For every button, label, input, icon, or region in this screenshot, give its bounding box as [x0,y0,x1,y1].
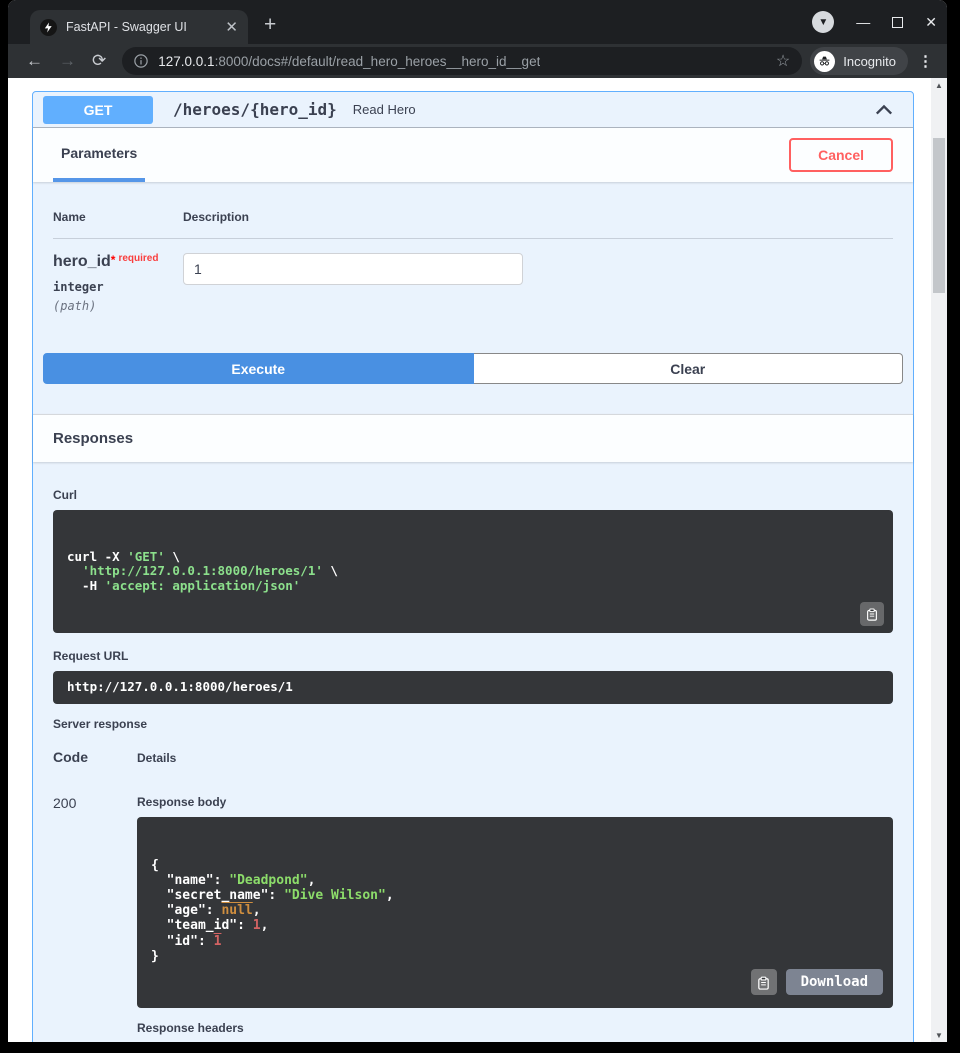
opblock-get-read-hero: GET /heroes/{hero_id} Read Hero Paramete… [32,91,914,1042]
scroll-down-icon[interactable]: ▼ [931,1028,947,1042]
copy-response-button[interactable] [751,969,777,995]
collapse-chevron-icon[interactable] [875,103,893,117]
opblock-header[interactable]: GET /heroes/{hero_id} Read Hero [33,92,913,128]
execute-button-group: Execute Clear [43,353,903,384]
minimize-button[interactable]: — [856,14,870,30]
incognito-icon [814,51,835,72]
maximize-button[interactable] [892,17,903,28]
request-url-label: Request URL [53,649,893,663]
required-label: required [118,253,158,264]
browser-menu-icon[interactable]: ⋮ [918,52,933,70]
back-icon[interactable]: ← [26,51,43,71]
response-body: { "name": "Deadpond", "secret_name": "Di… [137,817,893,1008]
cancel-button[interactable]: Cancel [789,138,893,172]
parameter-name: hero_id*required [53,253,183,271]
tab-strip: FastAPI - Swagger UI ✕ + ▼ — ✕ [8,0,947,44]
parameters-table: Name Description hero_id*required intege… [33,182,913,313]
column-header-description: Description [183,210,249,224]
live-column-code: Code [53,749,137,765]
bookmark-star-icon[interactable]: ☆ [776,51,790,71]
hero-id-input[interactable] [183,253,523,285]
scrollbar-thumb[interactable] [933,138,945,293]
parameter-location: (path) [53,299,183,313]
clear-button[interactable]: Clear [474,353,904,384]
endpoint-path: /heroes/{hero_id} [173,100,337,119]
tab-search-icon[interactable]: ▼ [812,11,834,33]
tab-title: FastAPI - Swagger UI [66,20,217,34]
site-info-icon[interactable] [134,54,148,68]
browser-toolbar: ← → ⟳ 127.0.0.1:8000/docs#/default/read_… [8,44,947,78]
swagger-page: GET /heroes/{hero_id} Read Hero Paramete… [8,78,947,1042]
live-response-row: 200 Response body { "name": "Deadpond", … [53,795,893,1042]
close-window-button[interactable]: ✕ [925,14,937,31]
curl-label: Curl [53,488,893,502]
tab-close-icon[interactable]: ✕ [225,18,238,36]
browser-window: FastAPI - Swagger UI ✕ + ▼ — ✕ ← → ⟳ 127… [8,0,947,1042]
scroll-up-icon[interactable]: ▲ [931,78,947,92]
server-response-label: Server response [53,717,893,731]
status-code: 200 [53,795,137,1042]
responses-area: Curl curl -X 'GET' \ 'http://127.0.0.1:8… [33,462,913,1042]
responses-section-header: Responses [33,414,913,462]
incognito-label: Incognito [843,54,896,69]
parameter-type: integer [53,280,183,294]
download-button[interactable]: Download [786,969,883,995]
forward-icon: → [59,51,76,71]
request-url-value: http://127.0.0.1:8000/heroes/1 [53,671,893,704]
browser-tab[interactable]: FastAPI - Swagger UI ✕ [30,10,248,44]
response-body-label: Response body [137,795,893,809]
address-bar[interactable]: 127.0.0.1:8000/docs#/default/read_hero_h… [122,47,802,75]
method-badge: GET [43,96,153,124]
endpoint-summary: Read Hero [353,102,416,117]
reload-icon[interactable]: ⟳ [92,51,106,71]
url-text: 127.0.0.1:8000/docs#/default/read_hero_h… [158,54,540,69]
new-tab-button[interactable]: + [264,13,276,37]
page-scrollbar[interactable]: ▲ ▼ [931,78,947,1042]
parameters-section-header: Parameters Cancel [33,128,913,182]
fastapi-favicon-icon [40,19,57,36]
live-column-details: Details [137,751,176,765]
required-asterisk: * [111,253,116,267]
column-header-name: Name [53,210,183,224]
execute-button[interactable]: Execute [43,353,474,384]
incognito-badge: Incognito [810,47,908,75]
parameter-row-hero-id: hero_id*required integer (path) [53,239,893,313]
response-headers-label: Response headers [137,1021,893,1035]
responses-title: Responses [53,430,133,447]
tab-parameters[interactable]: Parameters [53,128,145,182]
curl-command: curl -X 'GET' \ 'http://127.0.0.1:8000/h… [53,510,893,633]
copy-curl-button[interactable] [860,602,884,626]
